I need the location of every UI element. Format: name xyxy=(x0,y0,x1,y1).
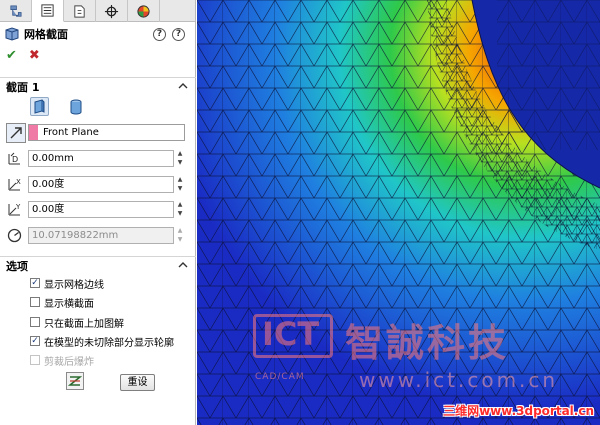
option-label: 在模型的未切除部分显示轮廓 xyxy=(44,337,174,349)
checkbox-show-cross-section[interactable] xyxy=(30,297,40,307)
svg-text:D: D xyxy=(12,155,18,164)
watermark-site: 三维网www.3dportal.cn xyxy=(443,404,594,418)
cylindrical-section-button[interactable] xyxy=(66,97,85,116)
checkbox-explode-after-clip xyxy=(30,355,40,365)
option-label: 显示横截面 xyxy=(44,298,94,310)
checkbox-show-mesh-edges[interactable]: ✓ xyxy=(30,278,40,288)
option-show-mesh-edges[interactable]: ✓ 显示网格边线 xyxy=(30,276,104,291)
crosshair-icon xyxy=(104,4,119,18)
radius-gauge-icon xyxy=(7,228,22,243)
chevron-up-icon xyxy=(178,83,188,89)
section-clipping-toggle-button[interactable] xyxy=(66,372,84,390)
checkbox-show-contour-uncut[interactable]: ✓ xyxy=(30,336,40,346)
panel-title: 网格截面 xyxy=(24,28,68,41)
section1-group-header[interactable]: 截面 1 xyxy=(0,77,196,95)
option-label: 只在截面上加图解 xyxy=(44,318,124,330)
spin-down-icon: ▼ xyxy=(177,236,183,243)
reference-plane-field[interactable]: Front Plane xyxy=(28,124,185,141)
spin-down-icon[interactable]: ▼ xyxy=(178,210,183,218)
rotate-x-spinner[interactable]: ▲ ▼ xyxy=(175,176,185,193)
offset-spinner[interactable]: ▲ ▼ xyxy=(175,150,185,167)
chevron-up-icon xyxy=(178,262,188,268)
appearance-ball-icon xyxy=(137,4,150,18)
property-list-icon xyxy=(41,4,54,17)
configuration-icon xyxy=(74,4,85,18)
section-clip-icon xyxy=(68,376,82,386)
spin-down-icon[interactable]: ▼ xyxy=(178,159,183,167)
spin-up-icon[interactable]: ▲ xyxy=(178,201,183,209)
option-label: 显示网格边线 xyxy=(44,279,104,291)
rotate-y-icon: Y xyxy=(8,203,21,216)
help-button[interactable]: ? xyxy=(153,28,166,41)
radius-input: 10.07198822mm xyxy=(28,227,174,244)
section1-heading: 截面 1 xyxy=(6,80,40,94)
reset-button[interactable]: 重设 xyxy=(120,374,155,391)
plane-selector-row xyxy=(6,123,26,143)
manager-tabs xyxy=(0,0,195,22)
spin-up-icon: ▲ xyxy=(177,227,183,234)
spin-up-icon[interactable]: ▲ xyxy=(178,176,183,184)
property-manager-panel: 网格截面 ? ? ✔ ✖ 截面 1 Front Plane D 0.00mm ▲… xyxy=(0,0,196,425)
svg-text:Y: Y xyxy=(15,203,21,211)
option-label: 剪裁后爆炸 xyxy=(44,356,94,368)
tab-feature-manager[interactable] xyxy=(0,0,32,22)
ok-button[interactable]: ✔ xyxy=(6,48,17,63)
rotate-x-icon: X xyxy=(8,178,21,191)
tab-dimxpert[interactable] xyxy=(96,0,128,22)
watermark-logo-subtext: CAD/CAM xyxy=(255,372,305,382)
tips-button[interactable]: ? xyxy=(172,28,185,41)
offset-distance-icon: D xyxy=(8,152,20,165)
watermark-logo-text: ICT xyxy=(262,315,320,353)
rotate-x-input[interactable]: 0.00度 xyxy=(28,176,174,193)
spin-down-icon[interactable]: ▼ xyxy=(178,185,183,193)
tab-configuration-manager[interactable] xyxy=(64,0,96,22)
tab-property-manager[interactable] xyxy=(32,0,64,22)
reference-plane-select-button[interactable] xyxy=(6,123,26,143)
option-show-cross-section[interactable]: 显示横截面 xyxy=(30,295,94,310)
watermark-url: www.ict.com.cn xyxy=(359,368,559,392)
offset-distance-input[interactable]: 0.00mm xyxy=(28,150,174,167)
plane-arrow-icon xyxy=(10,127,22,139)
watermark-logo: ICT xyxy=(253,314,333,358)
checkbox-plot-on-section-only[interactable] xyxy=(30,317,40,327)
option-show-contour-uncut[interactable]: ✓ 在模型的未切除部分显示轮廓 xyxy=(30,334,174,349)
plane-color-swatch xyxy=(29,125,38,140)
svg-text:X: X xyxy=(16,178,21,186)
options-heading: 选项 xyxy=(6,259,28,273)
option-plot-on-section-only[interactable]: 只在截面上加图解 xyxy=(30,315,124,330)
planar-section-button[interactable] xyxy=(30,97,49,116)
ok-cancel-bar: ✔ ✖ xyxy=(0,46,195,64)
reference-plane-value: Front Plane xyxy=(43,127,99,138)
options-group-header[interactable]: 选项 xyxy=(0,256,196,274)
spin-up-icon[interactable]: ▲ xyxy=(178,150,183,158)
watermark-company-name: 智誠科技 xyxy=(345,321,510,365)
tab-display-manager[interactable] xyxy=(128,0,160,22)
cylinder-section-icon xyxy=(70,99,81,114)
plane-section-icon xyxy=(34,99,45,114)
help-buttons: ? ? xyxy=(153,28,185,41)
rotate-y-input[interactable]: 0.00度 xyxy=(28,201,174,218)
cancel-button[interactable]: ✖ xyxy=(29,48,40,63)
mesh-section-icon xyxy=(5,27,19,41)
graphics-viewport[interactable]: ICT CAD/CAM 智誠科技 www.ict.com.cn 三维网www.3… xyxy=(197,0,600,425)
radius-spinner: ▲ ▼ xyxy=(175,227,185,244)
feature-tree-icon xyxy=(10,5,22,17)
option-explode-after-clip: 剪裁后爆炸 xyxy=(30,353,94,368)
rotate-y-spinner[interactable]: ▲ ▼ xyxy=(175,201,185,218)
